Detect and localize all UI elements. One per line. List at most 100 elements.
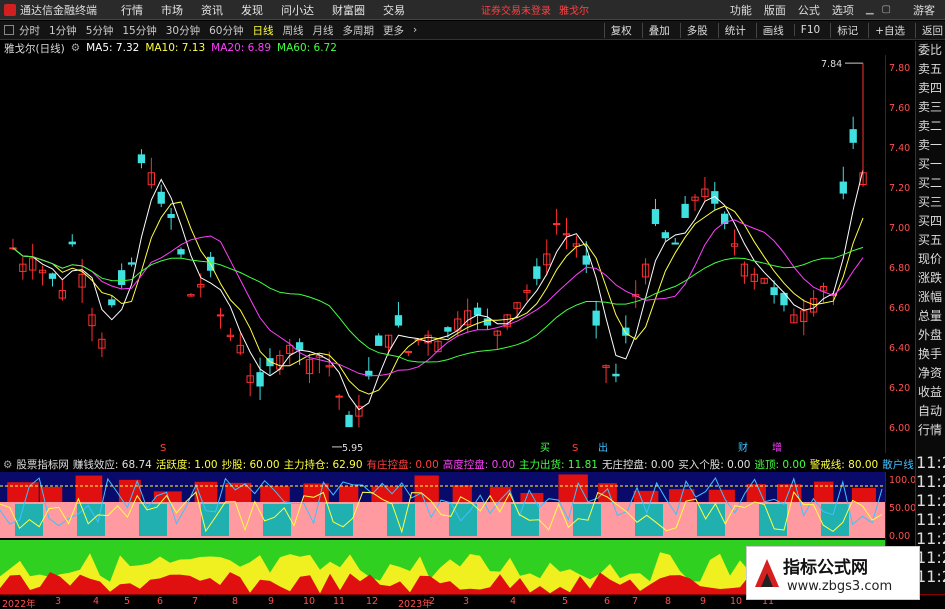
red-block (814, 481, 834, 502)
menu-item-ask[interactable]: 问小达 (281, 2, 314, 18)
date-label: 6 (157, 596, 164, 607)
red-block (633, 490, 659, 502)
quote-panel-item[interactable]: 自动 (916, 402, 945, 421)
indicator-header: ⚙ 股票指标网 赚钱效应: 68.74 活跃度: 1.00 抄股: 60.00 主力持… (0, 457, 915, 472)
quote-panel-item[interactable]: 涨幅 (916, 288, 945, 307)
period-tab-daily[interactable]: 日线 (253, 23, 274, 38)
chevron-right-icon[interactable]: › (413, 24, 417, 36)
period-toolbar: 分时 1分钟 5分钟 15分钟 30分钟 60分钟 日线 周线 月线 多周期 更… (0, 21, 945, 40)
tick-time: 11:29 (916, 548, 945, 567)
app-logo-icon (4, 3, 16, 16)
menu-item-layout[interactable]: 版面 (764, 2, 786, 18)
period-tab-monthly[interactable]: 月线 (313, 23, 334, 38)
ma10-value: MA10: 7.13 (145, 42, 206, 54)
mark-button[interactable]: 标记 (830, 22, 860, 38)
menu-item-formula[interactable]: 公式 (798, 2, 820, 18)
menu-item-options[interactable]: 选项 (832, 2, 854, 18)
candlestick-chart[interactable]: 7.84 5.95 S 买 S 出 财 增 (0, 55, 885, 453)
candle-body (839, 181, 847, 194)
period-tab-weekly[interactable]: 周线 (283, 23, 304, 38)
back-button[interactable]: 返回 (915, 22, 945, 38)
indicator-settings-icon[interactable]: ⚙ (3, 459, 12, 471)
teal-block (697, 504, 725, 536)
signal-label: 增 (772, 441, 782, 453)
maximize-icon[interactable]: ▢ (882, 4, 891, 15)
period-tab-intraday[interactable]: 分时 (19, 23, 40, 38)
quote-panel-item[interactable]: 卖四 (916, 79, 945, 98)
period-tab-more[interactable]: 更多 (383, 23, 404, 38)
quote-panel-item[interactable]: 外盘 (916, 326, 945, 345)
date-label: 3 (463, 596, 470, 607)
menu-item-wealth[interactable]: 财富圈 (332, 2, 365, 18)
quote-panel-item[interactable]: 卖二 (916, 117, 945, 136)
restore-rights-button[interactable]: 复权 (603, 22, 634, 38)
quote-panel-item[interactable]: 现价 (916, 250, 945, 269)
add-favorite-button[interactable]: +自选 (868, 22, 907, 38)
quote-panel-item[interactable]: 卖五 (916, 60, 945, 79)
panel-toggle-icon[interactable] (4, 25, 14, 35)
signal-label: S (160, 443, 166, 453)
quote-panel-item[interactable]: 买三 (916, 193, 945, 212)
minimize-icon[interactable]: ▁ (866, 4, 874, 15)
quote-panel-item[interactable]: 净资 (916, 364, 945, 383)
red-block (260, 486, 290, 502)
tick-time: 11:29 (916, 491, 945, 510)
multi-stock-button[interactable]: 多股 (679, 22, 710, 38)
quote-panel-item[interactable]: 买二 (916, 174, 945, 193)
date-label: 3 (55, 596, 62, 607)
quote-panel-item[interactable]: 涨跌 (916, 269, 945, 288)
indicator-field: 高度控盘: 0.00 (442, 459, 516, 471)
quote-panel-item[interactable]: 卖三 (916, 98, 945, 117)
red-block (75, 475, 103, 502)
period-tab-multi[interactable]: 多周期 (343, 23, 375, 38)
quote-panel-item[interactable]: 换手 (916, 345, 945, 364)
quote-panel-item[interactable]: 买四 (916, 212, 945, 231)
period-tab-5min[interactable]: 5分钟 (86, 23, 114, 38)
quote-panel-item[interactable]: 委比 (916, 41, 945, 60)
price-tick: 6.40 (889, 343, 911, 354)
price-tick: 6.60 (889, 303, 911, 314)
quote-panel-item[interactable]: 行情 (916, 421, 945, 440)
date-label: 7 (192, 596, 199, 607)
indicator-field: 活跃度: 1.00 (155, 459, 218, 471)
menu-item-quotes[interactable]: 行情 (121, 2, 143, 18)
period-tab-60min[interactable]: 60分钟 (209, 23, 243, 38)
quote-panel-item[interactable]: 买一 (916, 155, 945, 174)
candle-body (592, 310, 600, 326)
teal-block (387, 504, 415, 536)
period-tab-1min[interactable]: 1分钟 (49, 23, 77, 38)
login-warning[interactable]: 证券交易未登录 (481, 2, 551, 17)
indicator-field: 警戒线: 80.00 (809, 459, 879, 471)
period-tab-15min[interactable]: 15分钟 (122, 23, 156, 38)
candle-body (118, 270, 126, 285)
menu-item-function[interactable]: 功能 (730, 2, 752, 18)
date-label: 7 (632, 596, 639, 607)
current-stock-name: 雅戈尔 (559, 6, 589, 17)
candle-body (335, 395, 343, 398)
quote-panel-item[interactable]: 收益 (916, 383, 945, 402)
signal-label: 出 (598, 441, 608, 453)
menu-item-market[interactable]: 市场 (161, 2, 183, 18)
draw-line-button[interactable]: 画线 (755, 22, 786, 38)
overlay-button[interactable]: 叠加 (641, 22, 672, 38)
chart-info-bar: 雅戈尔(日线) ⚙ MA5: 7.32 MA10: 7.13 MA20: 6.8… (0, 41, 343, 55)
f10-button[interactable]: F10 (793, 24, 822, 36)
indicator-field: 主力出货: 11.81 (519, 459, 598, 471)
candle-body (295, 342, 304, 350)
menu-item-trade[interactable]: 交易 (383, 2, 405, 18)
indicator-field: 主力持仓: 62.90 (283, 459, 363, 471)
quote-panel-item[interactable]: 总量 (916, 307, 945, 326)
moving-average-line (12, 169, 864, 411)
candle-body (671, 242, 679, 245)
menu-item-news[interactable]: 资讯 (201, 2, 223, 18)
menu-item-discover[interactable]: 发现 (241, 2, 263, 18)
price-tick: 6.00 (889, 423, 911, 434)
quote-panel-item[interactable]: 买五 (916, 231, 945, 250)
candle-body (651, 209, 660, 225)
guest-login[interactable]: 游客 (913, 2, 935, 18)
period-tab-30min[interactable]: 30分钟 (166, 23, 200, 38)
settings-gear-icon[interactable]: ⚙ (71, 42, 80, 54)
middle-band (0, 502, 885, 538)
quote-panel-item[interactable]: 卖一 (916, 136, 945, 155)
statistics-button[interactable]: 统计 (717, 22, 748, 38)
